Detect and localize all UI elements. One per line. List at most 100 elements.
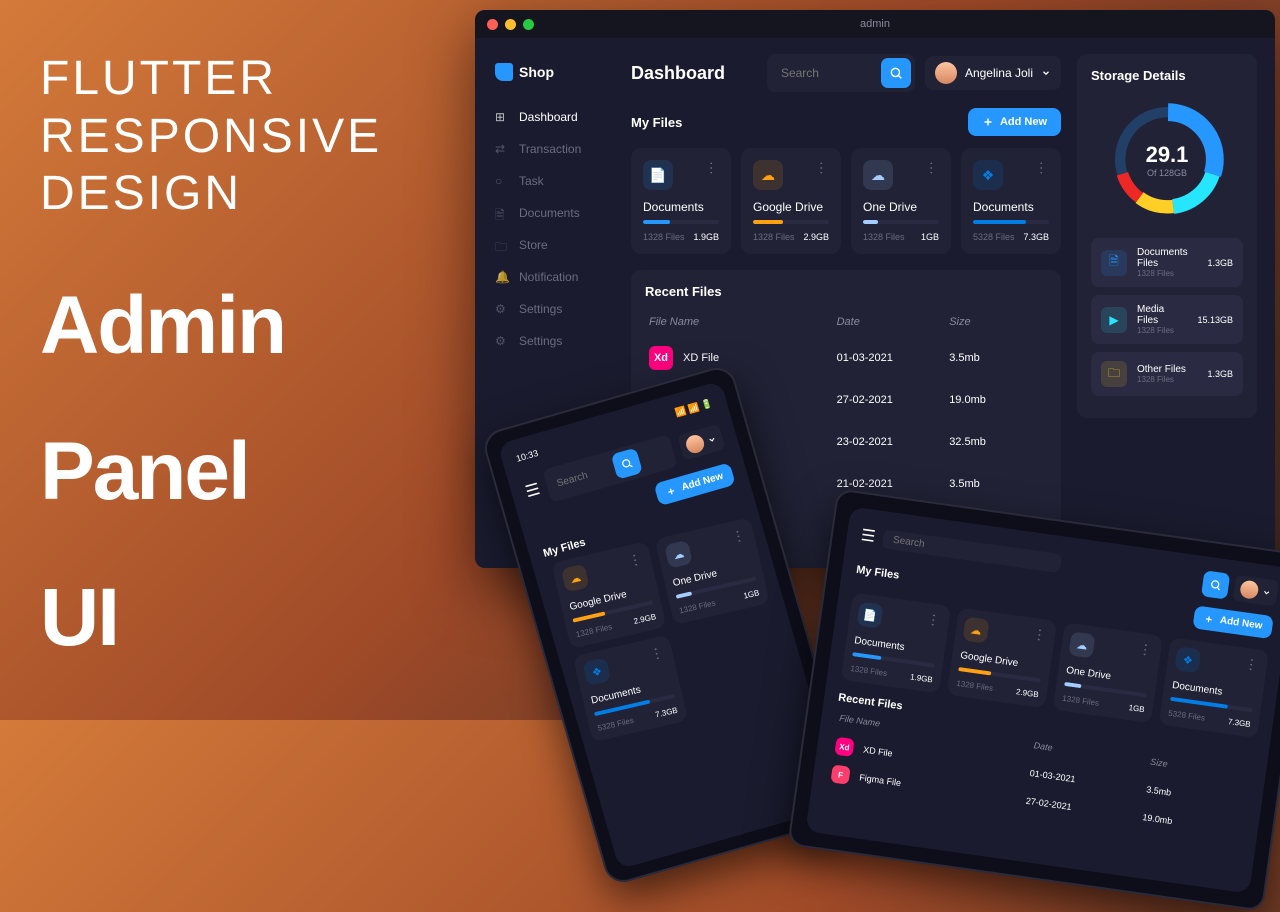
storage-item-name: Documents Files	[1137, 247, 1197, 269]
sidebar-item-label: Settings	[519, 334, 562, 348]
menu-icon[interactable]: ☰	[523, 479, 542, 502]
sidebar-item-settings[interactable]: ⚙ Settings	[475, 293, 613, 325]
phone-user-menu[interactable]	[677, 424, 726, 461]
file-card[interactable]: ❖ ⋯ Documents 5328 Files7.3GB	[961, 148, 1061, 254]
add-new-button[interactable]: Add New	[968, 108, 1061, 136]
search-input[interactable]	[781, 66, 881, 80]
file-card[interactable]: ❖ ⋯ Documents 5328 Files7.3GB	[573, 635, 688, 743]
notification-icon: 🔔	[495, 270, 509, 284]
card-menu-icon[interactable]: ⋯	[625, 551, 645, 569]
promo-text: FLUTTER RESPONSIVE DESIGN Admin Panel UI	[40, 50, 382, 661]
progress-bar	[1170, 697, 1228, 709]
file-card[interactable]: ☁ ⋯ One Drive 1328 Files1GB	[851, 148, 951, 254]
storage-item[interactable]: 🗀 Other Files1328 Files 1.3GB	[1091, 352, 1243, 396]
file-icon: ☁	[561, 564, 590, 593]
card-files: 5328 Files	[597, 716, 635, 733]
card-files: 1328 Files	[678, 598, 716, 615]
tablet-search-input[interactable]	[892, 534, 953, 553]
storage-item[interactable]: ▶ Media Files1328 Files 15.13GB	[1091, 295, 1243, 344]
traffic-lights	[487, 19, 534, 30]
card-menu-icon[interactable]: ⋯	[924, 612, 943, 629]
file-size: 3.5mb	[949, 478, 1043, 490]
file-card[interactable]: 📄 ⋯ Documents 1328 Files1.9GB	[631, 148, 731, 254]
tablet-user-menu[interactable]	[1233, 575, 1279, 607]
card-name: Google Drive	[753, 200, 829, 214]
storage-title: Storage Details	[1091, 68, 1243, 83]
card-menu-icon[interactable]: ⋯	[647, 645, 667, 663]
header: Dashboard Angelina Joli	[631, 54, 1061, 92]
card-size: 1.9GB	[693, 232, 719, 242]
progress-bar	[1064, 682, 1081, 688]
user-menu[interactable]: Angelina Joli	[925, 56, 1061, 90]
file-date: 21-02-2021	[837, 478, 950, 490]
plus-icon	[1203, 613, 1214, 624]
logo[interactable]: Shop	[475, 58, 613, 101]
card-size: 1GB	[743, 588, 761, 600]
avatar	[1239, 579, 1259, 599]
sidebar-item-notification[interactable]: 🔔 Notification	[475, 261, 613, 293]
storage-item-icon: ▶	[1101, 307, 1127, 333]
file-icon: ☁	[664, 540, 693, 569]
col-size: Size	[949, 316, 1043, 328]
file-card[interactable]: ☁ ⋯ Google Drive 1328 Files2.9GB	[947, 607, 1057, 708]
card-files: 1328 Files	[956, 679, 994, 693]
card-size: 1GB	[921, 232, 939, 242]
progress-bar	[852, 652, 881, 660]
card-menu-icon[interactable]: ⋯	[1242, 657, 1261, 674]
file-card[interactable]: ☁ ⋯ One Drive 1328 Files1GB	[655, 517, 770, 625]
card-menu-icon[interactable]: ⋯	[1030, 627, 1049, 644]
progress-bar	[572, 611, 605, 622]
settings-icon: ⚙	[495, 334, 509, 348]
sidebar-item-store[interactable]: 🗀 Store	[475, 229, 613, 261]
phone-search-input[interactable]	[555, 462, 616, 489]
storage-item-name: Other Files	[1137, 364, 1197, 375]
file-card[interactable]: ❖ ⋯ Documents 5328 Files7.3GB	[1159, 637, 1269, 738]
search-button[interactable]	[881, 58, 911, 88]
file-type-icon: Xd	[834, 737, 854, 757]
file-icon: ❖	[582, 657, 611, 686]
card-menu-icon[interactable]: ⋯	[703, 161, 720, 176]
close-icon[interactable]	[487, 19, 498, 30]
file-card[interactable]: ☁ ⋯ Google Drive 1328 Files2.9GB	[741, 148, 841, 254]
minimize-icon[interactable]	[505, 19, 516, 30]
store-icon: 🗀	[495, 238, 509, 252]
phone-search-button[interactable]	[611, 447, 643, 479]
file-size: 3.5mb	[949, 352, 1043, 364]
card-menu-icon[interactable]: ⋯	[813, 161, 830, 176]
card-files: 5328 Files	[1168, 709, 1206, 723]
file-icon: ☁	[962, 616, 989, 643]
tablet-add-button[interactable]: Add New	[1193, 605, 1274, 639]
storage-item-files: 1328 Files	[1137, 326, 1187, 335]
task-icon: ○	[495, 174, 509, 188]
progress-bar	[863, 220, 878, 224]
card-menu-icon[interactable]: ⋯	[1033, 161, 1050, 176]
storage-panel: Storage Details 29.1 Of 128GB	[1077, 54, 1257, 418]
search-icon	[889, 66, 903, 80]
file-card[interactable]: ☁ ⋯ Google Drive 1328 Files2.9GB	[551, 541, 666, 649]
sidebar-item-dashboard[interactable]: ⊞ Dashboard	[475, 101, 613, 133]
menu-icon[interactable]: ☰	[860, 525, 877, 547]
search-icon	[1209, 578, 1223, 592]
tablet-add-label: Add New	[1219, 615, 1263, 632]
maximize-icon[interactable]	[523, 19, 534, 30]
storage-item[interactable]: 🗎 Documents Files1328 Files 1.3GB	[1091, 238, 1243, 287]
storage-total: Of 128GB	[1147, 168, 1187, 178]
file-card[interactable]: ☁ ⋯ One Drive 1328 Files1GB	[1053, 622, 1163, 723]
sidebar-item-documents[interactable]: 🗎 Documents	[475, 197, 613, 229]
tablet-search-button[interactable]	[1201, 570, 1230, 599]
sidebar-item-transaction[interactable]: ⇄ Transaction	[475, 133, 613, 165]
sidebar-item-task[interactable]: ○ Task	[475, 165, 613, 197]
card-menu-icon[interactable]: ⋯	[1136, 642, 1155, 659]
col-date: Date	[837, 316, 950, 328]
user-name: Angelina Joli	[965, 66, 1033, 80]
storage-item-name: Media Files	[1137, 304, 1187, 326]
storage-item-size: 1.3GB	[1207, 369, 1233, 379]
card-menu-icon[interactable]: ⋯	[923, 161, 940, 176]
sidebar-item-label: Transaction	[519, 142, 581, 156]
sidebar-item-settings[interactable]: ⚙ Settings	[475, 325, 613, 357]
progress-bar	[676, 591, 693, 599]
file-card[interactable]: 📄 ⋯ Documents 1328 Files1.9GB	[841, 593, 951, 694]
promo-line-1: FLUTTER	[40, 50, 382, 108]
phone-add-label: Add New	[680, 471, 724, 493]
card-menu-icon[interactable]: ⋯	[729, 528, 749, 546]
